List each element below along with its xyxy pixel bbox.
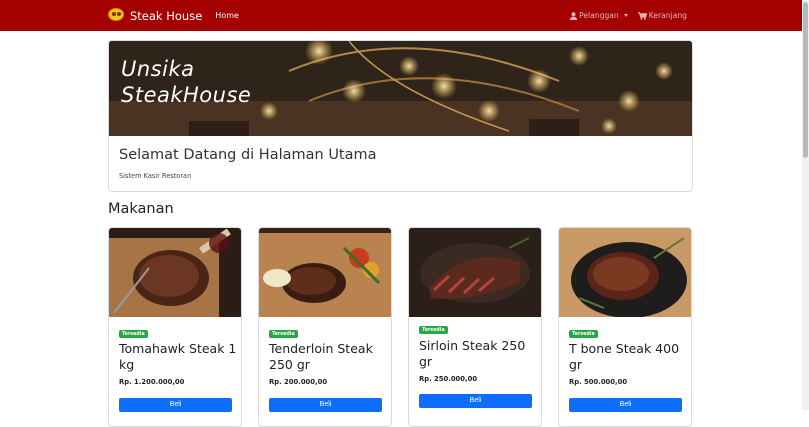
product-card: Tersedia Sirloin Steak 250 gr Rp. 250.00… bbox=[408, 227, 542, 427]
product-name: Sirloin Steak 250 gr bbox=[419, 338, 526, 369]
product-price: Rp. 1.200.000,00 bbox=[119, 378, 185, 386]
product-image-tomahawk bbox=[109, 228, 241, 317]
hero-banner-title: Unsika SteakHouse bbox=[121, 56, 251, 108]
scrollbar-thumb[interactable] bbox=[803, 2, 808, 158]
product-name: T bone Steak 400 gr bbox=[569, 341, 680, 372]
hero-banner-line-2: SteakHouse bbox=[121, 83, 252, 107]
status-badge: Tersedia bbox=[119, 330, 148, 338]
user-icon bbox=[570, 11, 578, 20]
product-price: Rp. 250.000,00 bbox=[419, 375, 478, 383]
brand-link[interactable]: Steak House bbox=[108, 8, 202, 23]
product-card: Tersedia Tomahawk Steak 1 kg Rp. 1.200.0… bbox=[108, 227, 242, 427]
customer-dropdown[interactable]: Pelanggan bbox=[570, 11, 628, 20]
product-image-tenderloin bbox=[259, 228, 391, 317]
cart-label: Keranjang bbox=[648, 11, 687, 20]
welcome-card: Unsika SteakHouse Selamat Datang di Hala… bbox=[108, 40, 693, 192]
product-name: Tomahawk Steak 1 kg bbox=[119, 341, 237, 372]
hero-banner-image: Unsika SteakHouse bbox=[109, 41, 692, 136]
status-badge: Tersedia bbox=[269, 330, 298, 338]
hero-banner-line-1: Unsika bbox=[121, 57, 195, 81]
chevron-down-icon bbox=[623, 14, 628, 17]
status-badge: Tersedia bbox=[569, 330, 598, 338]
product-price: Rp. 500.000,00 bbox=[569, 378, 628, 386]
nav-home-link[interactable]: Home bbox=[215, 11, 239, 20]
page-scrollbar[interactable] bbox=[802, 0, 809, 410]
brand-name: Steak House bbox=[130, 8, 203, 23]
product-price: Rp. 200.000,00 bbox=[269, 378, 328, 386]
product-card: Tersedia Tenderloin Steak 250 gr Rp. 200… bbox=[258, 227, 392, 427]
status-badge: Tersedia bbox=[419, 326, 448, 334]
section-heading-food: Makanan bbox=[108, 201, 174, 217]
steakhouse-logo-icon bbox=[108, 8, 125, 23]
product-image-tbone bbox=[559, 228, 691, 317]
welcome-subtitle: Sistem Kasir Restoran bbox=[119, 172, 192, 180]
buy-button[interactable]: Beli bbox=[419, 394, 532, 408]
welcome-heading: Selamat Datang di Halaman Utama bbox=[119, 147, 377, 163]
top-navbar: Steak House Home Pelanggan Keranjang bbox=[0, 0, 802, 31]
product-image-sirloin bbox=[409, 228, 541, 317]
product-name: Tenderloin Steak 250 gr bbox=[269, 341, 373, 372]
product-card: Tersedia T bone Steak 400 gr Rp. 500.000… bbox=[558, 227, 692, 427]
cart-icon bbox=[637, 11, 647, 20]
customer-label: Pelanggan bbox=[579, 11, 619, 20]
cart-link[interactable]: Keranjang bbox=[637, 11, 687, 20]
